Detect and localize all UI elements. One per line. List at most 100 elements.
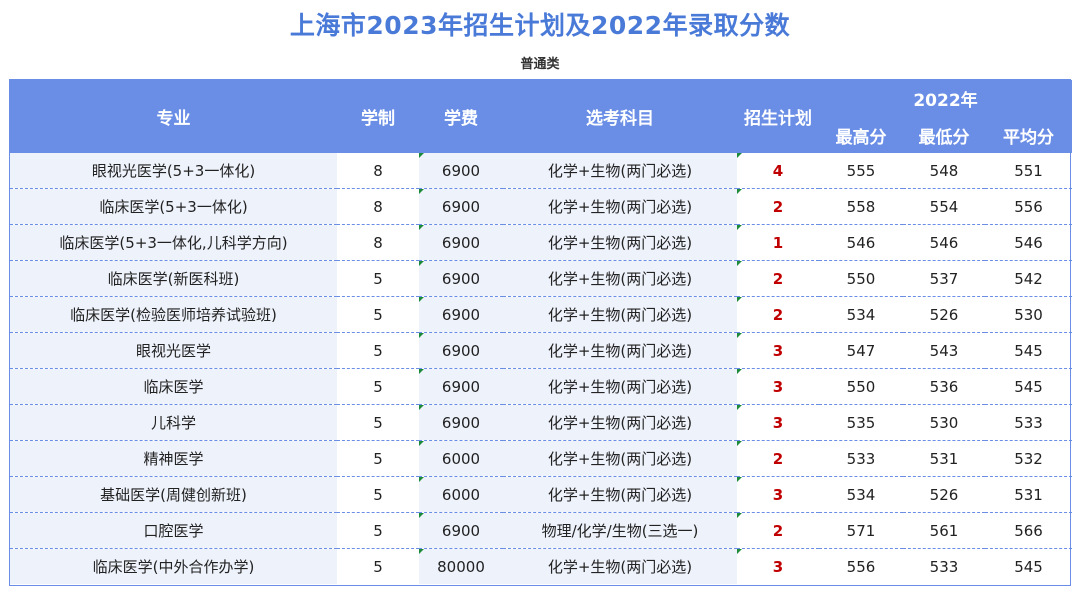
cell-major: 眼视光医学(5+3一体化) (10, 153, 337, 189)
cell-years: 5 (337, 296, 419, 333)
cell-years: 5 (337, 260, 419, 297)
cell-max: 533 (819, 440, 903, 477)
cell-max: 547 (819, 332, 903, 369)
cell-major: 儿科学 (10, 404, 337, 441)
cell-years: 8 (337, 224, 419, 261)
table-row: 临床医学(5+3一体化) 8 6900 化学+生物(两门必选) 2 558 554 556 (10, 188, 1073, 225)
cell-plan: 2 (737, 296, 819, 333)
table-row: 基础医学(周健创新班) 5 6000 化学+生物(两门必选) 3 534 526 531 (10, 476, 1073, 513)
cell-min: 546 (903, 224, 985, 261)
cell-fee: 6900 (419, 296, 503, 333)
table-row: 临床医学(5+3一体化,儿科学方向) 8 6900 化学+生物(两门必选) 1 546 54… (10, 224, 1073, 261)
cell-min: 530 (903, 404, 985, 441)
table-row: 眼视光医学 5 6900 化学+生物(两门必选) 3 547 543 545 (10, 332, 1073, 369)
cell-avg: 566 (985, 512, 1073, 549)
cell-years: 5 (337, 512, 419, 549)
cell-subjects: 化学+生物(两门必选) (503, 548, 737, 584)
cell-years: 5 (337, 368, 419, 405)
cell-avg: 532 (985, 440, 1073, 477)
cell-fee: 6900 (419, 368, 503, 405)
cell-max: 571 (819, 512, 903, 549)
cell-avg: 546 (985, 224, 1073, 261)
cell-avg: 542 (985, 260, 1073, 297)
cell-subjects: 化学+生物(两门必选) (503, 332, 737, 369)
cell-min: 526 (903, 296, 985, 333)
cell-years: 8 (337, 153, 419, 189)
cell-max: 550 (819, 260, 903, 297)
cell-plan: 3 (737, 332, 819, 369)
cell-max: 558 (819, 188, 903, 225)
header-years: 学制 (337, 80, 419, 153)
cell-avg: 533 (985, 404, 1073, 441)
cell-max: 556 (846, 557, 876, 576)
cell-max: 534 (819, 296, 903, 333)
cell-min: 533 (929, 557, 959, 576)
table-row: 儿科学 5 6900 化学+生物(两门必选) 3 535 530 533 (10, 404, 1073, 441)
cell-subjects: 化学+生物(两门必选) (503, 153, 737, 189)
cell-subjects: 物理/化学/生物(三选一) (503, 512, 737, 549)
cell-min: 543 (903, 332, 985, 369)
cell-min: 537 (903, 260, 985, 297)
cell-max: 546 (819, 224, 903, 261)
cell-subjects: 化学+生物(两门必选) (503, 296, 737, 333)
header-fee: 学费 (419, 80, 503, 153)
cell-major: 临床医学(5+3一体化) (10, 188, 337, 225)
cell-years: 5 (373, 557, 383, 576)
cell-years: 5 (337, 332, 419, 369)
cell-fee: 6900 (419, 260, 503, 297)
cell-max: 535 (819, 404, 903, 441)
cell-subjects: 化学+生物(两门必选) (503, 476, 737, 513)
cell-min: 554 (903, 188, 985, 225)
cell-avg: 556 (985, 188, 1073, 225)
cell-avg: 545 (985, 332, 1073, 369)
cell-major: 临床医学(检验医师培养试验班) (10, 296, 337, 333)
cell-major: 精神医学 (10, 440, 337, 477)
header-subjects: 选考科目 (503, 80, 737, 153)
header-min-score: 最低分 (903, 117, 985, 153)
cell-max: 550 (819, 368, 903, 405)
cell-fee: 6000 (419, 440, 503, 477)
cell-plan: 2 (737, 440, 819, 477)
cell-major: 眼视光医学 (10, 332, 337, 369)
cell-years: 5 (337, 440, 419, 477)
cell-fee: 80000 (419, 548, 503, 584)
table-row: 临床医学(新医科班) 5 6900 化学+生物(两门必选) 2 550 537 542 (10, 260, 1073, 297)
cell-fee: 6900 (419, 512, 503, 549)
cell-avg: 551 (985, 153, 1073, 189)
cell-major: 临床医学(新医科班) (10, 260, 337, 297)
cell-major: 口腔医学 (10, 512, 337, 549)
cell-subjects: 化学+生物(两门必选) (503, 224, 737, 261)
cell-min: 531 (903, 440, 985, 477)
cell-max: 555 (819, 153, 903, 189)
table-subtitle: 普通类 (520, 57, 560, 72)
cell-major: 临床医学(5+3一体化,儿科学方向) (10, 224, 337, 261)
cell-min: 561 (903, 512, 985, 549)
cell-subjects: 化学+生物(两门必选) (503, 404, 737, 441)
cell-avg: 530 (985, 296, 1073, 333)
cell-fee: 6900 (419, 153, 503, 189)
cell-plan: 2 (737, 188, 819, 225)
cell-major: 临床医学 (10, 368, 337, 405)
table-row: 临床医学 5 6900 化学+生物(两门必选) 3 550 536 545 (10, 368, 1073, 405)
cell-min: 548 (903, 153, 985, 189)
header-major: 专业 (10, 80, 337, 153)
cell-plan: 3 (737, 368, 819, 405)
cell-fee: 6900 (419, 404, 503, 441)
cell-plan: 3 (737, 476, 819, 513)
table-body: 眼视光医学(5+3一体化) 8 6900 化学+生物(两门必选) 4 555 548 551 临… (10, 153, 1073, 584)
cell-subjects: 化学+生物(两门必选) (503, 368, 737, 405)
header-plan: 招生计划 (737, 80, 819, 153)
cell-avg: 545 (985, 368, 1073, 405)
cell-fee: 6900 (419, 332, 503, 369)
cell-years: 5 (337, 404, 419, 441)
admission-table: 专业 学制 学费 选考科目 招生计划 2022年 最高分 最低分 平均分 眼视光… (9, 79, 1073, 586)
cell-years: 8 (337, 188, 419, 225)
header-max-score: 最高分 (819, 117, 903, 153)
cell-subjects: 化学+生物(两门必选) (503, 260, 737, 297)
cell-avg: 545 (1014, 557, 1043, 576)
table-row: 眼视光医学(5+3一体化) 8 6900 化学+生物(两门必选) 4 555 548 551 (10, 153, 1073, 189)
cell-plan: 2 (737, 260, 819, 297)
cell-min: 536 (903, 368, 985, 405)
cell-major: 临床医学(中外合作办学) (10, 548, 337, 584)
table-row: 精神医学 5 6000 化学+生物(两门必选) 2 533 531 532 (10, 440, 1073, 477)
